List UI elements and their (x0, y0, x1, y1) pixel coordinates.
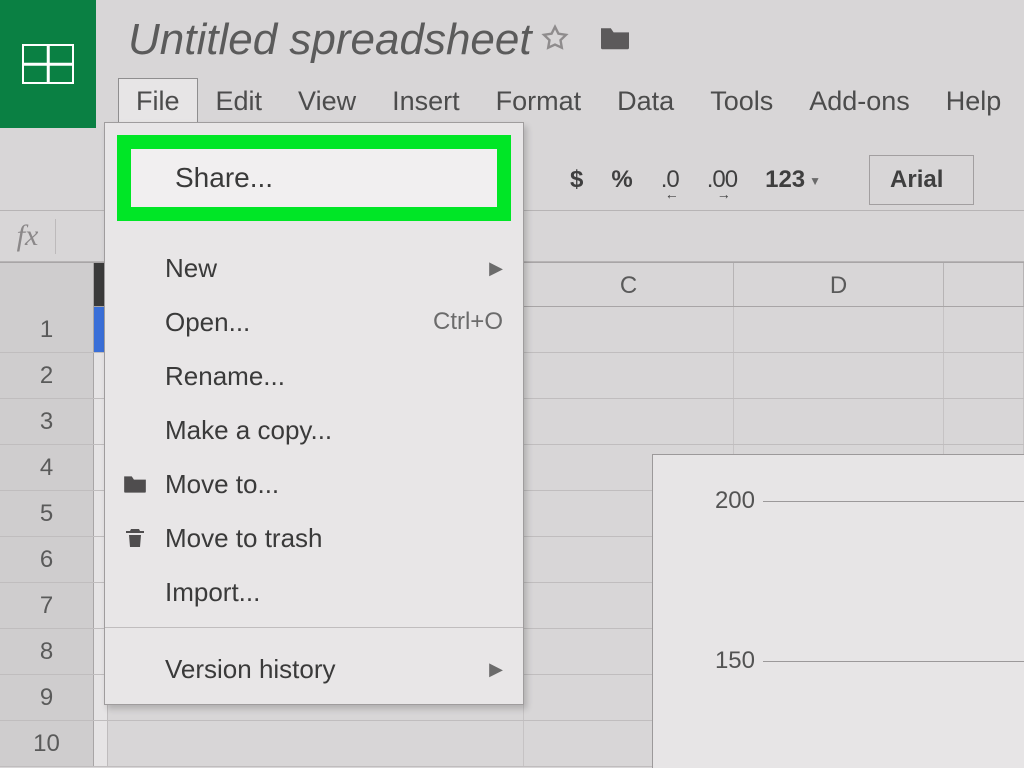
file-menu-move-to-trash[interactable]: Move to trash (105, 511, 523, 565)
arrow-right-icon: → (717, 186, 730, 202)
number-format-button[interactable]: 123 ▼ (755, 162, 831, 198)
row-header[interactable]: 9 (0, 675, 94, 720)
menu-item-label: Move to trash (165, 523, 323, 554)
menu-data[interactable]: Data (599, 78, 692, 125)
cell-d1[interactable] (734, 307, 944, 352)
row-header[interactable]: 10 (0, 721, 94, 766)
cell[interactable] (944, 399, 1024, 444)
increase-decimal-button[interactable]: .00 → (697, 162, 747, 198)
chevron-right-icon: ▶ (489, 659, 503, 680)
cell[interactable] (734, 399, 944, 444)
cell-e2[interactable] (944, 353, 1024, 398)
row-header[interactable]: 7 (0, 583, 94, 628)
menu-item-label: Import... (165, 577, 260, 608)
folder-icon (121, 471, 149, 497)
column-header-e[interactable] (944, 263, 1024, 306)
menu-item-label: Move to... (165, 469, 279, 500)
menubar: File Edit View Insert Format Data Tools … (118, 78, 1019, 125)
format-currency-button[interactable]: $ (560, 162, 593, 198)
arrow-left-icon: ← (665, 186, 678, 202)
menu-format[interactable]: Format (478, 78, 600, 125)
row-header[interactable]: 8 (0, 629, 94, 674)
chart-tick-label: 150 (675, 647, 755, 675)
row-header[interactable]: 5 (0, 491, 94, 536)
menu-item-label: Make a copy... (165, 415, 332, 446)
menu-item-label: Version history (165, 654, 336, 685)
fx-label: fx (0, 219, 55, 253)
row-header[interactable]: 4 (0, 445, 94, 490)
menu-item-shortcut: Ctrl+O (433, 308, 503, 336)
file-menu-import[interactable]: Import... (105, 565, 523, 619)
row-header[interactable]: 2 (0, 353, 94, 398)
menu-item-label: Open... (165, 307, 250, 338)
file-menu-version-history[interactable]: Version history ▶ (105, 642, 523, 696)
column-header-c[interactable]: C (524, 263, 734, 306)
menu-separator (105, 627, 523, 628)
file-menu-make-copy[interactable]: Make a copy... (105, 403, 523, 457)
cell-c1[interactable] (524, 307, 734, 352)
tutorial-highlight: Share... (117, 135, 511, 221)
cell-e1[interactable] (944, 307, 1024, 352)
row-header[interactable]: 3 (0, 399, 94, 444)
select-all-corner[interactable] (0, 263, 94, 308)
file-menu-rename[interactable]: Rename... (105, 349, 523, 403)
menu-item-label: Share... (175, 162, 273, 194)
file-menu-share[interactable]: Share... (131, 149, 497, 207)
column-header-d[interactable]: D (734, 263, 944, 306)
row-header[interactable]: 6 (0, 537, 94, 582)
sheets-logo[interactable] (0, 0, 96, 128)
cell[interactable] (94, 721, 108, 766)
menu-insert[interactable]: Insert (374, 78, 478, 125)
number-format-label: 123 (765, 166, 805, 193)
chart-gridline (763, 661, 1024, 662)
menu-addons[interactable]: Add-ons (791, 78, 928, 125)
menu-help[interactable]: Help (928, 78, 1020, 125)
chart-gridline (763, 501, 1024, 502)
cell[interactable] (108, 721, 524, 766)
file-menu-move-to[interactable]: Move to... (105, 457, 523, 511)
cell-d2[interactable] (734, 353, 944, 398)
menu-file[interactable]: File (118, 78, 198, 125)
star-icon[interactable] (539, 22, 571, 54)
document-title[interactable]: Untitled spreadsheet (128, 15, 532, 65)
row-header[interactable]: 1 (0, 307, 94, 352)
chevron-right-icon: ▶ (489, 258, 503, 279)
menu-view[interactable]: View (280, 78, 374, 125)
cell[interactable] (524, 399, 734, 444)
embedded-chart[interactable]: 200 150 (652, 454, 1024, 768)
move-folder-icon[interactable] (598, 24, 632, 52)
menu-item-label: New (165, 253, 217, 284)
font-family-select[interactable]: Arial (869, 155, 974, 205)
file-menu-open[interactable]: Open... Ctrl+O (105, 295, 523, 349)
menu-tools[interactable]: Tools (692, 78, 791, 125)
cell-c2[interactable] (524, 353, 734, 398)
chart-tick-label: 200 (675, 487, 755, 515)
sheets-grid-icon (22, 44, 74, 84)
toolbar: $ % .0 ← .00 → 123 ▼ Arial (560, 155, 974, 205)
file-menu-new[interactable]: New ▶ (105, 241, 523, 295)
menu-item-label: Rename... (165, 361, 285, 392)
format-percent-button[interactable]: % (601, 162, 642, 198)
decrease-decimal-button[interactable]: .0 ← (651, 162, 689, 198)
trash-icon (121, 525, 149, 551)
chevron-down-icon: ▼ (809, 174, 821, 188)
file-menu-dropdown: Share... New ▶ Open... Ctrl+O Rename... … (104, 122, 524, 705)
menu-edit[interactable]: Edit (198, 78, 281, 125)
